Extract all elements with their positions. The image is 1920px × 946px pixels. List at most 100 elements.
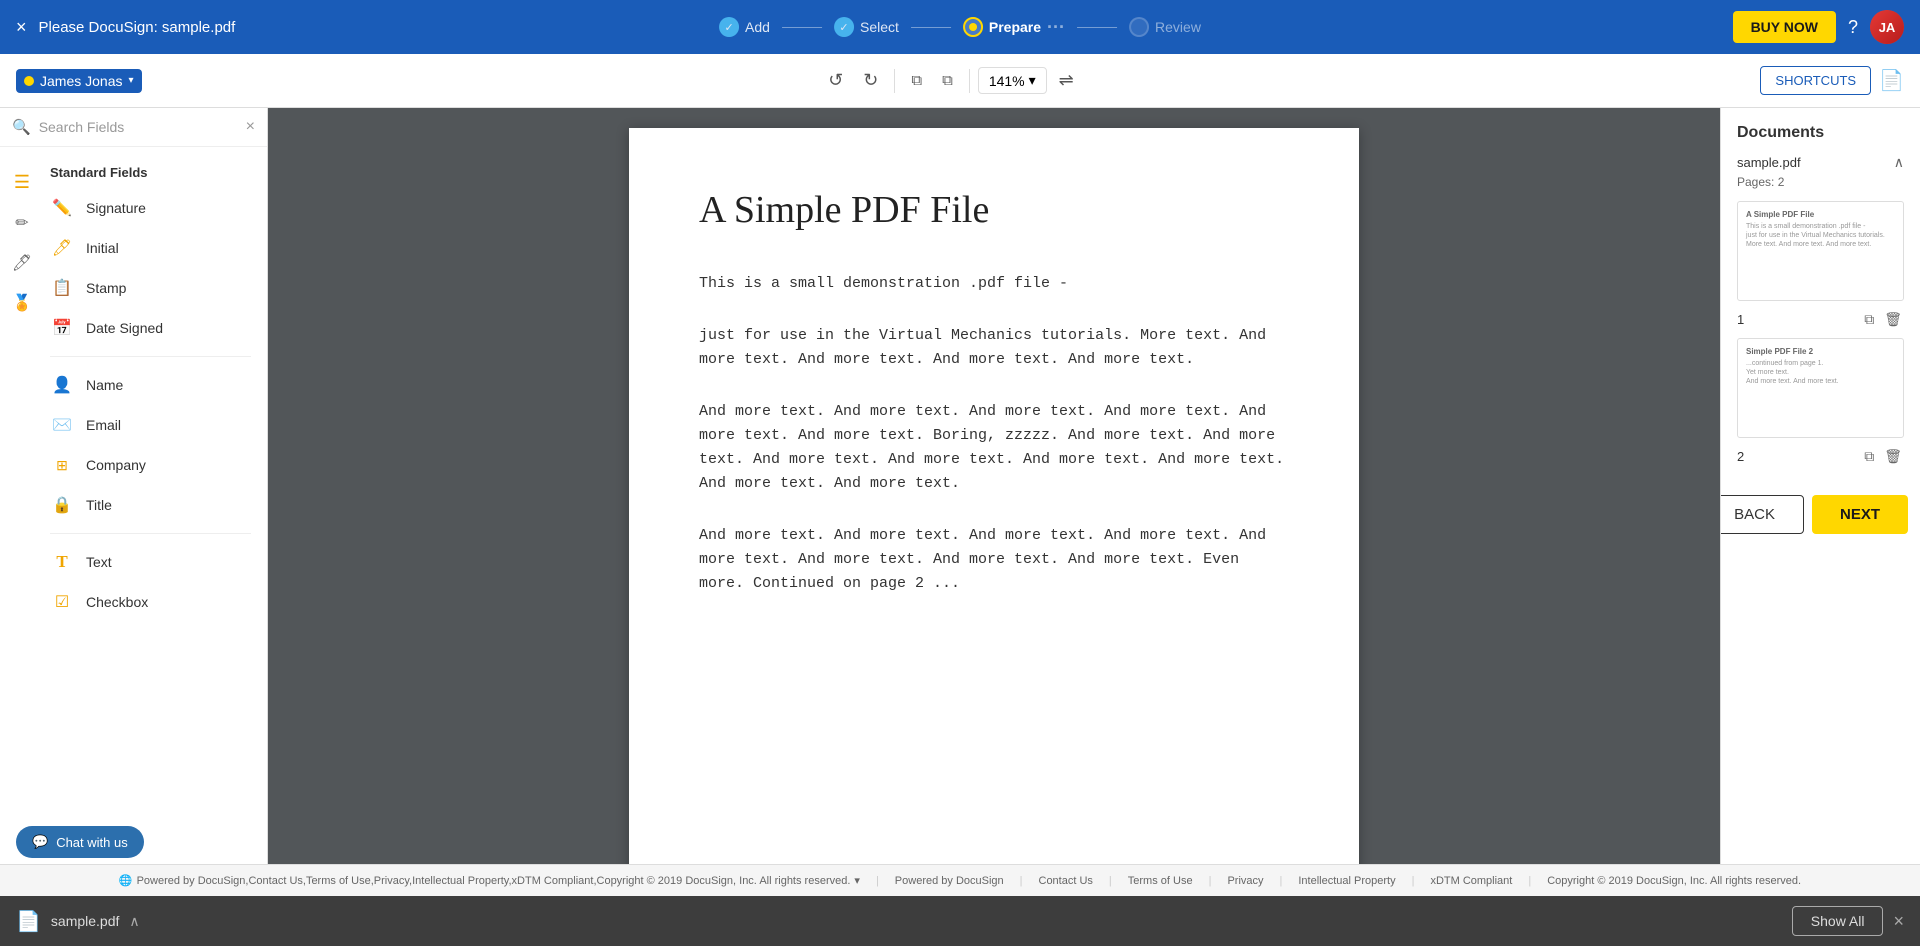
docs-header: Documents — [1729, 120, 1912, 154]
next-button[interactable]: NEXT — [1812, 495, 1908, 534]
field-email[interactable]: ✉️ Email — [0, 405, 267, 445]
field-initial-label: Initial — [86, 240, 119, 256]
title-icon: 🔒 — [50, 493, 74, 517]
document-icon[interactable]: 📄 — [1879, 68, 1904, 93]
page-thumb-2[interactable]: Simple PDF File 2 ...continued from page… — [1737, 338, 1904, 438]
step-select-label: Select — [860, 19, 899, 35]
pdf-para-1: This is a small demonstration .pdf file … — [699, 272, 1289, 296]
field-text-label: Text — [86, 554, 112, 570]
step-review[interactable]: Review — [1129, 17, 1201, 37]
step-review-label: Review — [1155, 19, 1201, 35]
page-1-copy-btn[interactable]: ⧉ — [1862, 309, 1876, 330]
close-tab-icon[interactable]: × — [16, 17, 27, 38]
sidebar-icon-badge[interactable]: 🏅 — [12, 293, 32, 313]
footer-contact[interactable]: Contact Us — [1039, 875, 1093, 887]
page-thumb-1[interactable]: A Simple PDF File This is a small demons… — [1737, 201, 1904, 301]
footer: 🌐 Powered by DocuSign,Contact Us,Terms o… — [0, 864, 1920, 896]
sidebar-icon-fields[interactable]: ☰ — [14, 172, 30, 193]
page-1-delete-btn[interactable]: 🗑 — [1882, 309, 1904, 330]
page-1-actions: ⧉ 🗑 — [1862, 309, 1904, 330]
pdf-para-4: And more text. And more text. And more t… — [699, 524, 1289, 596]
user-status-dot — [24, 76, 34, 86]
bottom-close-icon[interactable]: × — [1893, 911, 1904, 932]
doc-name-row: sample.pdf ∧ — [1729, 154, 1912, 171]
footer-xdtm[interactable]: xDTM Compliant — [1430, 875, 1512, 887]
minimize-icon[interactable]: ∧ — [129, 913, 139, 930]
top-nav: × Please DocuSign: sample.pdf ✓ Add ✓ Se… — [0, 0, 1920, 54]
chat-widget[interactable]: 💬 Chat with us — [16, 826, 144, 858]
page-thumb-2-title: Simple PDF File 2 — [1746, 347, 1895, 356]
rotate-button[interactable]: ⇌ — [1051, 66, 1082, 95]
signature-icon: ✏️ — [50, 196, 74, 220]
chat-label: Chat with us — [56, 835, 128, 850]
page-2-actions: ⧉ 🗑 — [1862, 446, 1904, 467]
page-2-num-row: 2 ⧉ 🗑 — [1729, 442, 1912, 471]
step-add-label: Add — [745, 19, 770, 35]
text-field-icon: T — [50, 550, 74, 574]
tab-title: Please DocuSign: sample.pdf — [39, 19, 236, 36]
step-select-check: ✓ — [834, 17, 854, 37]
zoom-value: 141% — [989, 73, 1025, 89]
help-icon[interactable]: ? — [1848, 17, 1858, 38]
footer-powered: Powered by DocuSign — [895, 875, 1004, 887]
step-review-check — [1129, 17, 1149, 37]
pdf-filename-bottom: sample.pdf — [51, 913, 119, 929]
paste-button[interactable]: ⧉ — [934, 68, 961, 93]
divider-1 — [50, 356, 251, 357]
field-title[interactable]: 🔒 Title — [0, 485, 267, 525]
divider-2 — [50, 533, 251, 534]
pdf-file-icon: 📄 — [16, 909, 41, 934]
buy-now-button[interactable]: BUY NOW — [1733, 11, 1836, 43]
user-dropdown[interactable]: James Jonas ▾ — [16, 69, 142, 93]
shortcuts-button[interactable]: SHORTCUTS — [1760, 66, 1871, 95]
field-company[interactable]: ⊞ Company — [0, 445, 267, 485]
back-button[interactable]: BACK — [1720, 495, 1804, 534]
footer-copyright: Copyright © 2019 DocuSign, Inc. All righ… — [1547, 875, 1801, 887]
field-company-label: Company — [86, 457, 146, 473]
search-icon: 🔍 — [12, 118, 31, 136]
footer-terms[interactable]: Terms of Use — [1128, 875, 1193, 887]
zoom-selector[interactable]: 141% ▾ — [978, 67, 1047, 94]
page-thumb-2-content: ...continued from page 1. Yet more text.… — [1746, 359, 1895, 386]
toolbar: James Jonas ▾ ↺ ↻ ⧉ ⧉ 141% ▾ ⇌ SHORTCUTS… — [0, 54, 1920, 108]
page-1-num-row: 1 ⧉ 🗑 — [1729, 305, 1912, 334]
step-prepare[interactable]: Prepare ··· — [963, 17, 1065, 38]
step-add[interactable]: ✓ Add — [719, 17, 770, 37]
action-buttons: BACK NEXT — [1729, 487, 1912, 542]
field-text[interactable]: T Text — [0, 542, 267, 582]
sidebar-icon-edit[interactable]: ✏ — [15, 213, 28, 233]
search-input[interactable] — [39, 119, 238, 135]
doc-collapse-icon[interactable]: ∧ — [1894, 154, 1904, 171]
step-divider-1 — [782, 27, 822, 28]
pdf-area[interactable]: A Simple PDF File This is a small demons… — [268, 108, 1720, 864]
sidebar-icon-pen[interactable]: 🖊 — [12, 253, 32, 273]
footer-ip[interactable]: Intellectual Property — [1298, 875, 1395, 887]
clear-search-icon[interactable]: × — [246, 118, 255, 136]
undo-button[interactable]: ↺ — [820, 66, 851, 95]
page-2-copy-btn[interactable]: ⧉ — [1862, 446, 1876, 467]
page-2-delete-btn[interactable]: 🗑 — [1882, 446, 1904, 467]
field-name[interactable]: 👤 Name — [0, 365, 267, 405]
step-select[interactable]: ✓ Select — [834, 17, 899, 37]
name-icon: 👤 — [50, 373, 74, 397]
field-date-signed-label: Date Signed — [86, 320, 163, 336]
page-thumb-1-title: A Simple PDF File — [1746, 210, 1895, 219]
field-checkbox-label: Checkbox — [86, 594, 148, 610]
page-thumb-1-content: This is a small demonstration .pdf file … — [1746, 222, 1895, 249]
main-content: ☰ ✏ 🖊 🏅 🔍 × Standard Fields ✏️ Signature… — [0, 108, 1920, 864]
sidebar: ☰ ✏ 🖊 🏅 🔍 × Standard Fields ✏️ Signature… — [0, 108, 268, 864]
redo-button[interactable]: ↻ — [855, 66, 886, 95]
show-all-button[interactable]: Show All — [1792, 906, 1884, 936]
pdf-para-2: just for use in the Virtual Mechanics tu… — [699, 324, 1289, 372]
avatar: JA — [1870, 10, 1904, 44]
step-divider-3 — [1077, 27, 1117, 28]
field-checkbox[interactable]: ☑ Checkbox — [0, 582, 267, 622]
doc-filename: sample.pdf — [1737, 155, 1801, 170]
pdf-body: This is a small demonstration .pdf file … — [699, 272, 1289, 596]
footer-privacy[interactable]: Privacy — [1227, 875, 1263, 887]
copy-button[interactable]: ⧉ — [903, 68, 930, 93]
step-prepare-label: Prepare — [989, 19, 1041, 35]
footer-language[interactable]: 🌐 Powered by DocuSign,Contact Us,Terms o… — [119, 874, 860, 887]
pdf-page: A Simple PDF File This is a small demons… — [629, 128, 1359, 864]
field-stamp-label: Stamp — [86, 280, 126, 296]
